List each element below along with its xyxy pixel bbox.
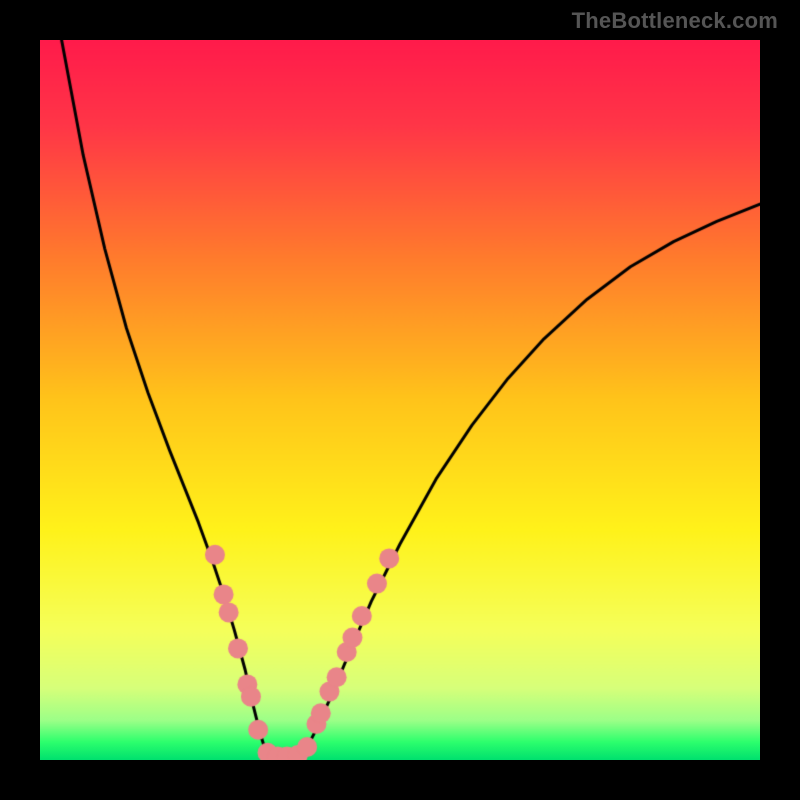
chart-curves	[40, 40, 760, 760]
plot-area	[40, 40, 760, 760]
watermark-text: TheBottleneck.com	[572, 8, 778, 34]
